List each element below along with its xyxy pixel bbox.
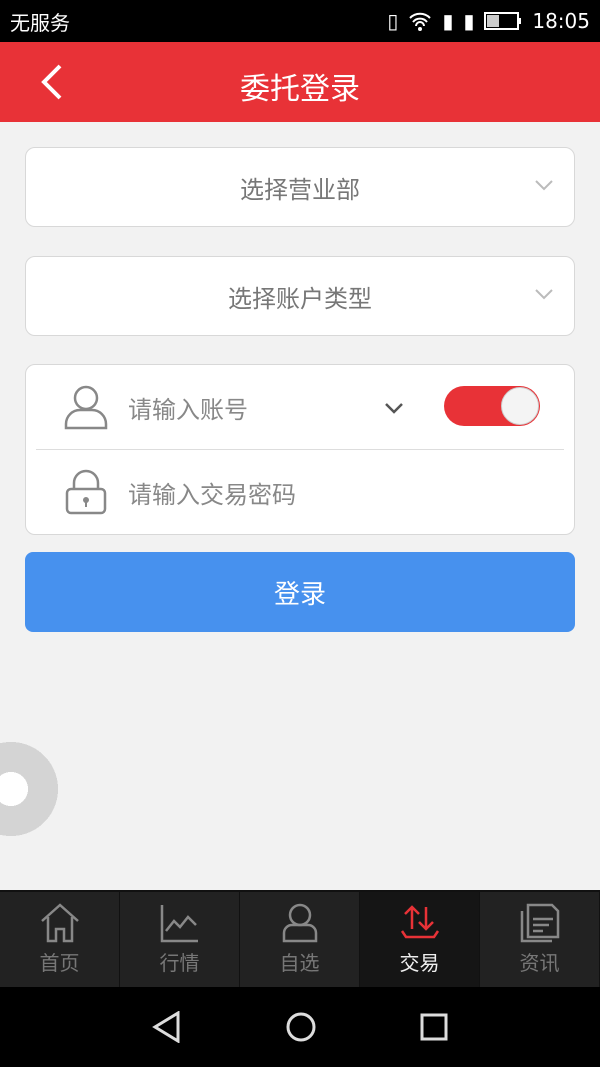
wifi-icon: [409, 12, 432, 31]
battery-icon: [484, 12, 522, 30]
user-icon: [64, 385, 108, 430]
bottom-tab-bar: 首页 行情 自选 交易 资讯: [0, 890, 600, 987]
news-icon: [520, 903, 559, 943]
recents-nav-icon[interactable]: [420, 1013, 448, 1041]
branch-select-label: 选择营业部: [240, 175, 360, 204]
tab-trade[interactable]: 交易: [360, 892, 480, 987]
sim1-icon: ▮: [442, 9, 454, 33]
tab-label: 交易: [399, 951, 440, 975]
password-field[interactable]: 请输入交易密码: [26, 450, 574, 534]
home-icon: [40, 903, 79, 943]
account-dropdown-icon[interactable]: [384, 401, 404, 415]
status-bar: 无服务 ▯ ▮ ▮ 18:05: [0, 0, 600, 42]
tab-market[interactable]: 行情: [120, 892, 240, 987]
header: 委托登录: [0, 42, 600, 122]
tab-label: 资讯: [519, 951, 560, 975]
account-input[interactable]: 请输入账号: [128, 390, 248, 425]
floating-assistive-button[interactable]: [0, 742, 58, 836]
carrier-label: 无服务: [10, 10, 70, 35]
back-nav-icon[interactable]: [151, 1011, 182, 1043]
account-field[interactable]: 请输入账号: [26, 365, 574, 449]
tab-label: 首页: [39, 951, 80, 975]
user-icon: [282, 903, 317, 943]
system-nav-bar: [0, 987, 600, 1067]
account-type-select[interactable]: 选择账户类型: [25, 256, 575, 336]
login-form: 请输入账号 请输入交易密码: [25, 364, 575, 535]
trade-icon: [400, 905, 439, 939]
chart-icon: [160, 905, 198, 943]
chevron-down-icon: [535, 289, 553, 300]
toggle-knob: [501, 387, 539, 425]
lock-icon: [65, 469, 107, 515]
remember-account-toggle[interactable]: [444, 386, 540, 426]
clock: 18:05: [532, 9, 590, 33]
page-title: 委托登录: [240, 72, 360, 107]
sim2-icon: ▮: [463, 9, 475, 33]
branch-select[interactable]: 选择营业部: [25, 147, 575, 227]
login-button[interactable]: 登录: [25, 552, 575, 632]
tab-label: 自选: [279, 951, 320, 975]
password-input[interactable]: 请输入交易密码: [128, 475, 296, 510]
home-nav-icon[interactable]: [285, 1011, 317, 1043]
tab-label: 行情: [159, 951, 200, 975]
tab-watchlist[interactable]: 自选: [240, 892, 360, 987]
account-type-select-label: 选择账户类型: [228, 284, 372, 313]
tab-news[interactable]: 资讯: [480, 892, 600, 987]
tab-home[interactable]: 首页: [0, 892, 120, 987]
vibrate-icon: ▯: [387, 9, 399, 33]
chevron-down-icon: [535, 180, 553, 191]
